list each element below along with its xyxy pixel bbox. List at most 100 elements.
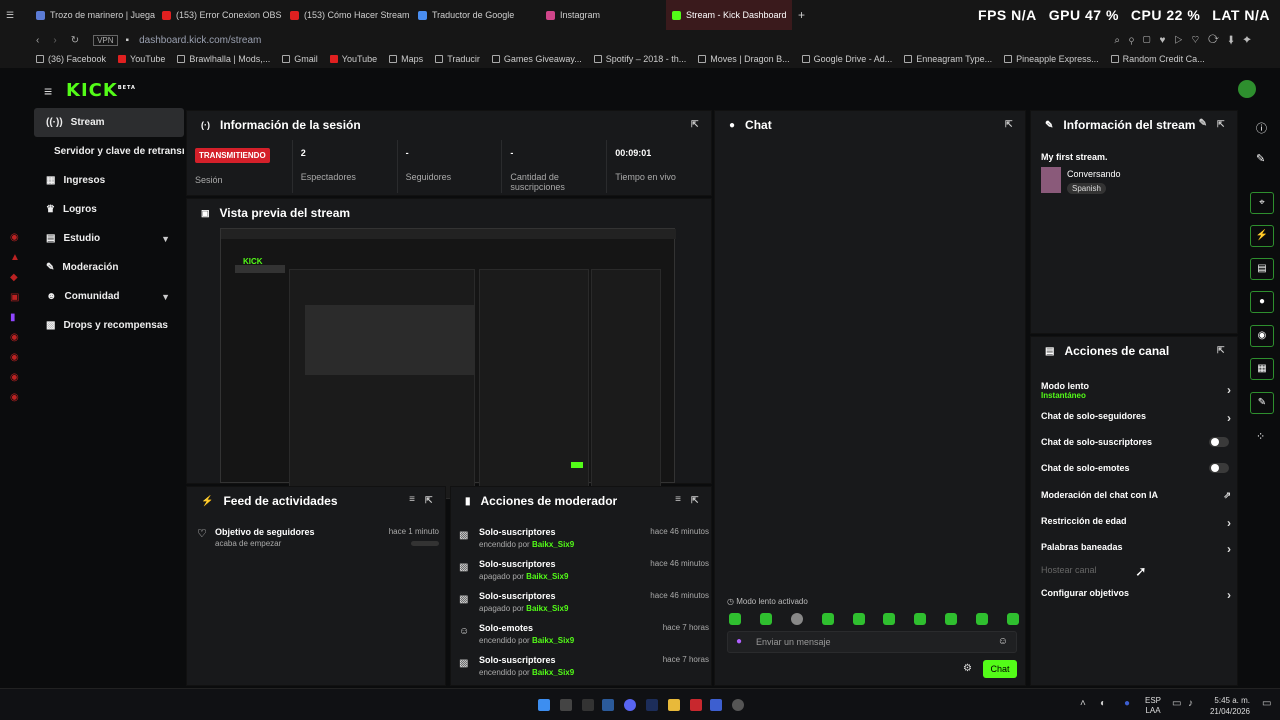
sidebar-item-estudio[interactable]: ▤ Estudio ▼: [34, 224, 184, 253]
reload-icon[interactable]: ↻: [71, 35, 79, 46]
bookmark[interactable]: Spotify – 2018 - th...: [588, 54, 693, 64]
mod-action-user[interactable]: Baikx_Six9: [532, 540, 574, 549]
emote[interactable]: [914, 613, 927, 625]
ai-moderation-row[interactable]: Moderación del chat con IA ⇗: [1041, 490, 1231, 500]
edit-icon[interactable]: ✎: [1256, 152, 1265, 165]
photoshop-icon[interactable]: [646, 699, 658, 711]
bookmark[interactable]: Maps: [383, 54, 429, 64]
tray-chevron-icon[interactable]: ˄: [1080, 698, 1086, 709]
discord-icon[interactable]: [624, 699, 636, 711]
goals-row[interactable]: Configurar objetivos ›: [1041, 588, 1231, 602]
avatar[interactable]: [1238, 80, 1256, 98]
app-icon[interactable]: ◉: [10, 332, 20, 343]
bookmark[interactable]: Gmail: [276, 54, 324, 64]
popout-icon[interactable]: ⇱: [691, 495, 701, 505]
folder-icon[interactable]: [668, 699, 680, 711]
obs-icon[interactable]: [732, 699, 744, 711]
followers-only-row[interactable]: Chat de solo-seguidores ›: [1041, 411, 1231, 425]
bookmark[interactable]: YouTube: [112, 54, 171, 64]
settings-icon[interactable]: ⚙: [963, 663, 972, 674]
layout-icon[interactable]: ▦: [1250, 358, 1274, 380]
browser-tab[interactable]: Trozo de marinero | Juega: [30, 0, 156, 30]
filter-icon[interactable]: ≡: [675, 494, 681, 505]
browser-menu-icon[interactable]: ☰: [0, 0, 30, 30]
new-tab-button[interactable]: +: [792, 0, 812, 30]
bookmark[interactable]: Random Credit Ca...: [1105, 54, 1211, 64]
browser-tab[interactable]: (153) Error Conexion OBS: [156, 0, 284, 30]
apps-icon[interactable]: ⁘: [1256, 430, 1265, 443]
emotes-only-toggle[interactable]: [1209, 463, 1229, 473]
forward-icon[interactable]: ›: [53, 35, 56, 46]
sidebar-item-moderacion[interactable]: ✎ Moderación: [34, 253, 184, 282]
popout-icon[interactable]: ⇱: [425, 495, 435, 505]
language-indicator[interactable]: ESP LAA: [1145, 696, 1161, 716]
emote[interactable]: [821, 613, 834, 625]
sidebar-item-ingresos[interactable]: ▦ Ingresos: [34, 166, 184, 195]
emote[interactable]: [759, 613, 772, 625]
chat-send-button[interactable]: Chat: [983, 660, 1017, 678]
sidebar-item-comunidad[interactable]: ☻ Comunidad ▼: [34, 282, 184, 311]
app-icon[interactable]: ◉: [10, 372, 20, 383]
browser-toolbar-icons[interactable]: ⌕⚲▢♥▷♡⟳⬇✦: [1114, 35, 1260, 46]
popout-icon[interactable]: ⇱: [1217, 345, 1227, 355]
banned-words-row[interactable]: Palabras baneadas ›: [1041, 542, 1231, 556]
bookmark[interactable]: YouTube: [324, 54, 383, 64]
popout-icon[interactable]: ⇱: [1005, 119, 1015, 129]
lightning-icon[interactable]: ⚡: [1250, 225, 1274, 247]
bookmark[interactable]: Traducir: [429, 54, 486, 64]
emote[interactable]: [729, 613, 741, 625]
browser-tab-active[interactable]: Stream - Kick Dashboard: [666, 0, 792, 30]
app-icon[interactable]: ◉: [10, 232, 20, 243]
mod-action-user[interactable]: Baikx_Six9: [532, 668, 574, 677]
subs-only-toggle[interactable]: [1209, 437, 1229, 447]
bookmark[interactable]: Enneagram Type...: [898, 54, 998, 64]
document-icon[interactable]: ▤: [1250, 258, 1274, 280]
clock[interactable]: 5:45 a. m. 21/04/2026: [1208, 695, 1250, 717]
bookmark[interactable]: Brawlhalla | Mods,...: [171, 54, 276, 64]
broadcast-icon[interactable]: ◉: [1250, 325, 1274, 347]
stream-preview-video[interactable]: KICK: [220, 228, 676, 499]
mod-action-user[interactable]: Baikx_Six9: [532, 636, 574, 645]
url-field[interactable]: dashboard.kick.com/stream: [139, 35, 261, 46]
chat-icon[interactable]: ●: [1250, 291, 1274, 313]
sidebar-item-logros[interactable]: ♛ Logros: [34, 195, 184, 224]
browser-tab[interactable]: (153) Cómo Hacer Stream: [284, 0, 412, 30]
back-icon[interactable]: ‹: [36, 35, 39, 46]
app-icon[interactable]: ◉: [10, 352, 20, 363]
category-name[interactable]: Conversando: [1067, 169, 1121, 179]
browser-tab[interactable]: Traductor de Google: [412, 0, 540, 30]
mod-action-user[interactable]: Baikx_Six9: [526, 604, 568, 613]
vpn-badge[interactable]: VPN: [93, 34, 118, 46]
emote[interactable]: [945, 613, 958, 625]
taskbar-app-icon[interactable]: [560, 699, 572, 711]
emote[interactable]: [976, 613, 988, 625]
notification-icon[interactable]: ▭: [1262, 698, 1271, 709]
chat-input[interactable]: ● Enviar un mensaje ☺: [727, 631, 1017, 653]
app-icon[interactable]: ▣: [10, 292, 20, 303]
emote[interactable]: [852, 613, 865, 625]
tray-icon[interactable]: ●: [1124, 698, 1130, 709]
bookmark[interactable]: Moves | Dragon B...: [692, 54, 795, 64]
app-icon[interactable]: ◉: [10, 392, 20, 403]
emotes-only-row[interactable]: Chat de solo-emotes: [1041, 463, 1231, 473]
mod-action-user[interactable]: Baikx_Six9: [526, 572, 568, 581]
taskbar-app-icon[interactable]: [690, 699, 702, 711]
hamburger-icon[interactable]: ≡: [44, 83, 52, 99]
volume-icon[interactable]: ♪: [1188, 698, 1193, 709]
sidebar-item-drops[interactable]: ▩ Drops y recompensas: [34, 311, 184, 340]
sidebar-item-server-key[interactable]: Servidor y clave de retransmisión: [34, 137, 184, 166]
info-icon[interactable]: ⓘ: [1256, 120, 1267, 136]
bookmark[interactable]: Games Giveaway...: [486, 54, 588, 64]
sidebar-item-stream[interactable]: ((·)) Stream: [34, 108, 184, 137]
emoji-icon[interactable]: ☺: [998, 636, 1008, 647]
edit-icon[interactable]: ✎: [1199, 118, 1207, 129]
rail-button[interactable]: ⌖: [1250, 192, 1274, 214]
emote[interactable]: [1006, 613, 1019, 625]
emote[interactable]: [790, 613, 803, 625]
windows-start-icon[interactable]: [538, 699, 550, 711]
tray-icon[interactable]: ◐: [1100, 698, 1106, 709]
slow-mode-row[interactable]: Modo lento Instantáneo ›: [1041, 381, 1231, 400]
twitch-icon[interactable]: ▮: [10, 312, 20, 323]
filter-icon[interactable]: ≡: [409, 494, 415, 505]
network-icon[interactable]: ▭: [1172, 698, 1181, 709]
